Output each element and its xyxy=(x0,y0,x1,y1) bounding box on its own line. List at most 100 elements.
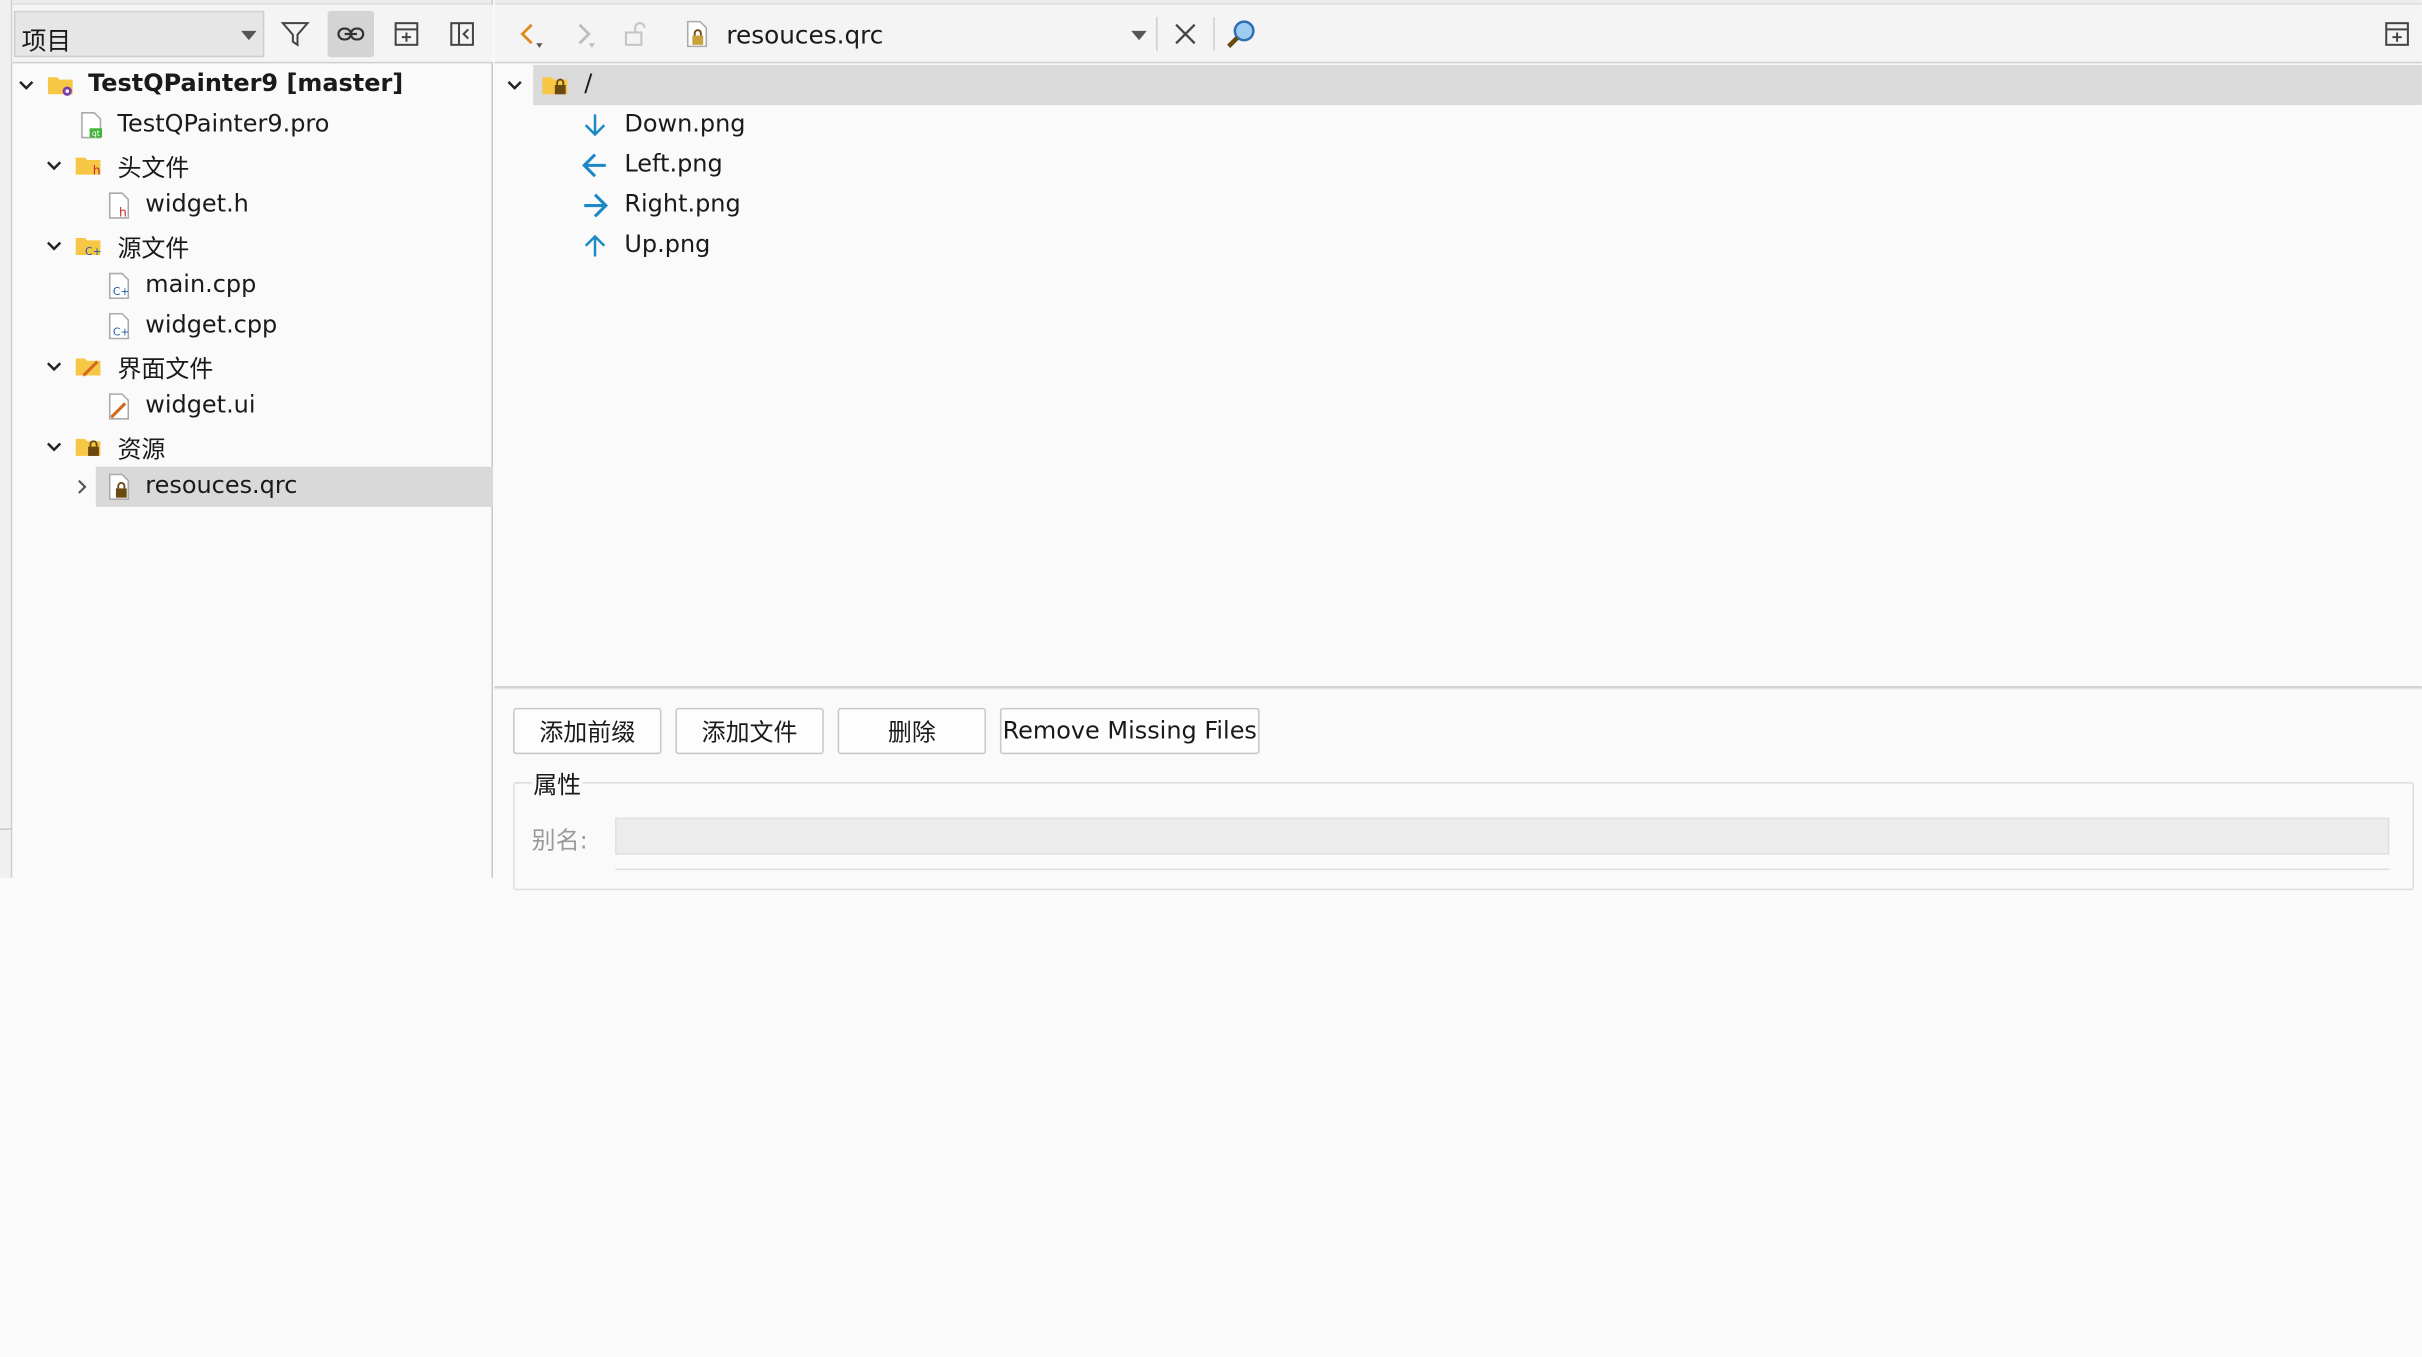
svg-text:h: h xyxy=(93,164,101,178)
resource-file-row[interactable]: Right.png xyxy=(581,185,1045,225)
add-files-button[interactable]: 添加文件 xyxy=(675,707,824,755)
tree-item-label: 界面文件 xyxy=(117,355,214,384)
tree-item-resources-folder[interactable]: 资源 xyxy=(12,427,493,467)
mode-sidebar-strip xyxy=(0,0,13,878)
tree-item-widget-h[interactable]: h widget.h xyxy=(12,185,493,225)
tree-item-pro-file[interactable]: qt TestQPainter9.pro xyxy=(12,105,493,145)
svg-text:C+: C+ xyxy=(113,285,130,298)
tree-item-label: TestQPainter9.pro xyxy=(117,109,330,138)
add-split-icon xyxy=(2385,22,2409,46)
search-magnifier-icon xyxy=(1227,20,1255,49)
resource-file-name: Right.png xyxy=(624,190,741,218)
tree-item-label: TestQPainter9 [master] xyxy=(88,69,404,98)
collapse-sidebar-icon xyxy=(450,22,474,46)
alias-input[interactable] xyxy=(615,817,2390,855)
resource-tree: / Down.png Left.png Right.png Up.png xyxy=(494,64,2422,687)
prefix-label: / xyxy=(584,69,593,98)
alias-label: 别名: xyxy=(531,826,588,855)
view-selector-value: 项目 xyxy=(21,26,72,56)
cpp-file-icon: C+ xyxy=(108,272,130,300)
resource-file-name: Down.png xyxy=(624,109,746,138)
chevron-down-icon[interactable] xyxy=(45,236,64,255)
toolbar-separator xyxy=(1213,17,1215,52)
project-folder-icon xyxy=(47,77,73,96)
chevron-down-icon[interactable] xyxy=(1131,30,1147,41)
arrow-right-icon xyxy=(584,193,609,218)
form-folder-icon xyxy=(75,358,101,377)
resource-file-row[interactable]: Left.png xyxy=(581,145,1045,185)
split-editor-button[interactable] xyxy=(2374,11,2420,57)
chevron-down-icon[interactable] xyxy=(45,156,64,175)
open-document-combo[interactable]: resouces.qrc xyxy=(726,20,883,49)
tree-item-project[interactable]: TestQPainter9 [master] xyxy=(12,65,493,105)
close-icon xyxy=(1175,23,1196,45)
document-type-icon-wrap xyxy=(674,11,720,57)
forward-arrow-icon xyxy=(578,23,596,48)
qrc-file-icon xyxy=(108,473,130,500)
tree-item-widget-cpp[interactable]: C+ widget.cpp xyxy=(12,306,493,346)
tree-item-label: widget.cpp xyxy=(145,310,278,339)
locate-resource-button[interactable] xyxy=(1218,11,1264,57)
go-back-button[interactable] xyxy=(507,11,553,57)
chevron-down-icon[interactable] xyxy=(45,437,64,456)
chevron-right-icon[interactable] xyxy=(73,478,92,497)
editor-toolbar: resouces.qrc xyxy=(494,4,2422,64)
toolbar-separator xyxy=(1156,17,1158,52)
view-selector-combo[interactable]: 项目 xyxy=(13,10,265,58)
split-button[interactable] xyxy=(383,11,429,57)
tree-item-label: widget.ui xyxy=(145,391,256,419)
add-prefix-button[interactable]: 添加前缀 xyxy=(513,707,662,755)
close-sidebar-button[interactable] xyxy=(439,11,485,57)
resource-file-row[interactable]: Down.png xyxy=(581,105,1045,145)
qt-creator-window: 项目 TestQPainter9 [master] qt TestQPainte… xyxy=(0,0,2422,1357)
next-property-field[interactable] xyxy=(615,868,2390,885)
remove-button[interactable]: 删除 xyxy=(837,707,987,755)
unlock-icon xyxy=(624,22,646,46)
tree-item-resouces-qrc[interactable]: resouces.qrc xyxy=(12,466,494,507)
cpp-file-icon: C+ xyxy=(108,312,129,340)
tree-item-label: widget.h xyxy=(145,190,249,218)
tree-item-widget-ui[interactable]: widget.ui xyxy=(12,386,493,426)
resource-file-row[interactable]: Up.png xyxy=(581,226,1045,266)
header-file-icon: h xyxy=(108,192,130,219)
tree-item-label: 头文件 xyxy=(117,154,190,183)
properties-title: 属性 xyxy=(531,766,583,801)
remove-missing-files-button[interactable]: Remove Missing Files xyxy=(999,707,1260,755)
lock-toggle-button[interactable] xyxy=(612,11,658,57)
window-canvas: 项目 TestQPainter9 [master] qt TestQPainte… xyxy=(0,0,2422,891)
add-split-icon xyxy=(394,22,419,46)
tree-item-label: resouces.qrc xyxy=(145,471,298,500)
svg-text:h: h xyxy=(119,205,127,219)
link-icon xyxy=(337,27,365,41)
arrow-up-icon xyxy=(584,234,606,257)
filter-icon xyxy=(280,22,310,47)
sync-link-button[interactable] xyxy=(327,10,375,58)
resource-file-name: Left.png xyxy=(624,149,723,178)
resource-prefix-folder-icon xyxy=(542,77,568,95)
tree-item-main-cpp[interactable]: C+ main.cpp xyxy=(12,266,493,306)
qrc-file-icon xyxy=(686,20,708,48)
tree-item-label: 资源 xyxy=(117,435,166,464)
resource-folder-icon xyxy=(75,438,101,456)
arrow-left-icon xyxy=(582,153,606,178)
project-panel-toolbar: 项目 xyxy=(12,4,494,64)
svg-text:qt: qt xyxy=(92,129,100,138)
tree-item-label: main.cpp xyxy=(145,270,257,299)
source-folder-icon: C+ xyxy=(75,238,102,258)
ui-file-icon xyxy=(108,393,130,420)
resource-file-name: Up.png xyxy=(624,230,711,259)
prefix-row[interactable]: / xyxy=(541,65,1005,105)
tree-item-headers-folder[interactable]: h 头文件 xyxy=(12,145,493,185)
tree-item-sources-folder[interactable]: C+ 源文件 xyxy=(12,226,493,266)
tree-item-forms-folder[interactable]: 界面文件 xyxy=(12,346,493,386)
resource-editor: resouces.qrc / Down.png Left.png Right.p… xyxy=(494,0,2422,891)
splitter-handle[interactable] xyxy=(494,686,2422,690)
go-forward-button[interactable] xyxy=(559,11,605,57)
header-folder-icon: h xyxy=(75,157,101,178)
chevron-down-icon[interactable] xyxy=(17,76,36,95)
back-arrow-icon xyxy=(520,23,543,48)
chevron-down-icon[interactable] xyxy=(505,76,524,95)
filter-button[interactable] xyxy=(272,11,318,57)
chevron-down-icon[interactable] xyxy=(45,357,64,376)
close-document-button[interactable] xyxy=(1162,11,1208,57)
